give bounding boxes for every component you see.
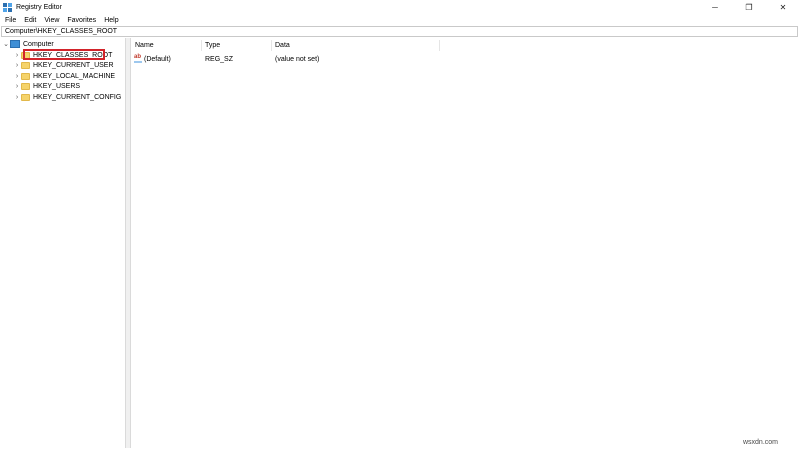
window-title: Registry Editor xyxy=(16,3,62,11)
restore-button[interactable]: ❐ xyxy=(732,0,766,14)
chevron-right-icon[interactable]: › xyxy=(13,92,21,102)
chevron-right-icon[interactable]: › xyxy=(13,81,21,91)
tree-item-hkey-current-config[interactable]: › HKEY_CURRENT_CONFIG xyxy=(13,92,121,102)
value-name: (Default) xyxy=(144,55,171,63)
folder-icon xyxy=(21,61,30,69)
watermark: wsxdn.com xyxy=(742,439,778,446)
value-data: (value not set) xyxy=(275,55,320,63)
chevron-right-icon[interactable]: › xyxy=(13,50,21,60)
tree-pane[interactable]: ⌄ Computer › HKEY_CLASSES_ROOT › HKEY_CU… xyxy=(0,38,126,448)
minimize-button[interactable]: ─ xyxy=(698,0,732,14)
column-header-name[interactable]: Name xyxy=(132,40,202,51)
column-header-data[interactable]: Data xyxy=(272,40,440,51)
registry-editor-icon xyxy=(3,2,12,12)
column-header-type[interactable]: Type xyxy=(202,40,272,51)
title-bar: Registry Editor ─ ❐ ✕ xyxy=(0,0,800,14)
string-value-icon: ab xyxy=(134,54,142,63)
folder-icon xyxy=(21,72,30,80)
chevron-right-icon[interactable]: › xyxy=(13,71,21,81)
close-button[interactable]: ✕ xyxy=(766,0,800,14)
chevron-down-icon[interactable]: ⌄ xyxy=(2,39,10,49)
value-data-cell: (value not set) xyxy=(275,54,319,64)
tree-item-computer[interactable]: ⌄ Computer xyxy=(2,39,54,49)
value-type: REG_SZ xyxy=(205,55,234,63)
tree-item-label: HKEY_CURRENT_CONFIG xyxy=(33,93,122,101)
close-icon: ✕ xyxy=(779,2,787,12)
values-list-pane[interactable]: Name Type Data ab (Default) REG_SZ (valu… xyxy=(130,38,800,448)
tree-item-hkey-local-machine[interactable]: › HKEY_LOCAL_MACHINE xyxy=(13,71,115,81)
folder-icon xyxy=(21,82,30,90)
tree-item-hkey-current-user[interactable]: › HKEY_CURRENT_USER xyxy=(13,60,114,70)
menu-view[interactable]: View xyxy=(40,17,63,24)
column-label: Type xyxy=(205,42,221,49)
computer-icon xyxy=(10,40,20,48)
tree-item-label: HKEY_USERS xyxy=(33,82,81,90)
tree-item-hkey-users[interactable]: › HKEY_USERS xyxy=(13,81,80,91)
tree-item-label: HKEY_LOCAL_MACHINE xyxy=(33,72,116,80)
selection-highlight xyxy=(23,49,105,60)
menu-edit[interactable]: Edit xyxy=(20,17,40,24)
menu-help[interactable]: Help xyxy=(100,17,122,24)
column-label: Data xyxy=(275,42,290,49)
table-row[interactable]: ab (Default) xyxy=(134,54,171,64)
value-type-cell: REG_SZ xyxy=(205,54,233,64)
menu-file[interactable]: File xyxy=(0,17,20,24)
folder-icon xyxy=(21,93,30,101)
column-label: Name xyxy=(135,42,154,49)
address-bar[interactable]: Computer\HKEY_CLASSES_ROOT xyxy=(1,26,798,37)
minimize-icon: ─ xyxy=(712,2,718,12)
tree-item-label: Computer xyxy=(23,40,54,48)
chevron-right-icon[interactable]: › xyxy=(13,60,21,70)
menu-favorites[interactable]: Favorites xyxy=(63,17,100,24)
restore-icon: ❐ xyxy=(745,2,753,12)
menu-bar: File Edit View Favorites Help xyxy=(0,14,800,26)
address-text: Computer\HKEY_CLASSES_ROOT xyxy=(5,28,118,35)
tree-item-label: HKEY_CURRENT_USER xyxy=(33,61,114,69)
